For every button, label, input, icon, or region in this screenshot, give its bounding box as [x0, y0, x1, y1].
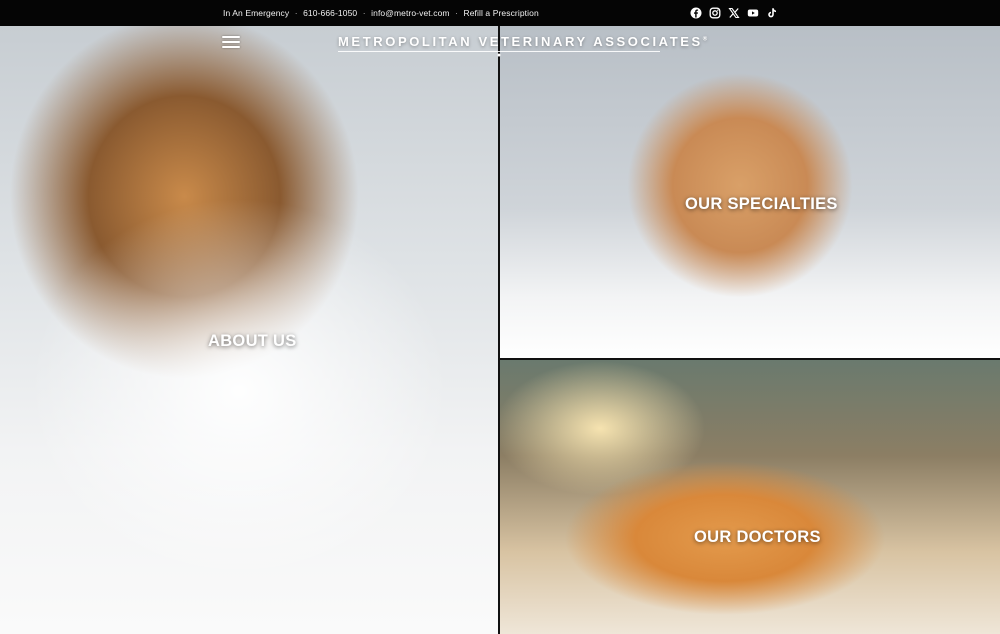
separator: · — [294, 8, 298, 18]
email-link[interactable]: info@metro-vet.com — [371, 8, 449, 18]
brand-text: METROPOLITAN VETERINARY ASSOCIATES — [338, 34, 703, 49]
top-bar: In An Emergency · 610-666-1050 · info@me… — [0, 0, 1000, 26]
separator: · — [455, 8, 458, 18]
phone-link[interactable]: 610-666-1050 — [303, 8, 357, 18]
our-specialties-panel[interactable]: OUR SPECIALTIES — [500, 26, 1000, 358]
site-logo[interactable]: METROPOLITAN VETERINARY ASSOCIATES® ● — [338, 34, 707, 60]
brand-name: METROPOLITAN VETERINARY ASSOCIATES® — [338, 34, 707, 49]
our-doctors-panel[interactable]: OUR DOCTORS — [500, 360, 1000, 634]
refill-prescription-link[interactable]: Refill a Prescription — [463, 8, 538, 18]
social-links — [690, 7, 778, 20]
our-specialties-label[interactable]: OUR SPECIALTIES — [685, 195, 838, 214]
emergency-text: In An Emergency — [223, 8, 290, 18]
logo-underline — [338, 51, 660, 52]
paw-icon: ● — [496, 52, 502, 59]
facebook-icon[interactable] — [690, 7, 702, 19]
hamburger-menu-icon[interactable] — [222, 36, 240, 50]
registered-mark: ® — [702, 36, 710, 43]
x-twitter-icon[interactable] — [728, 7, 740, 19]
separator: · — [362, 8, 366, 18]
about-us-label[interactable]: ABOUT US — [208, 332, 297, 351]
contact-info: In An Emergency · 610-666-1050 · info@me… — [223, 0, 539, 26]
about-us-panel[interactable]: ABOUT US — [0, 26, 498, 634]
tiktok-icon[interactable] — [766, 7, 778, 19]
our-doctors-label[interactable]: OUR DOCTORS — [694, 528, 821, 547]
instagram-icon[interactable] — [709, 7, 721, 19]
youtube-icon[interactable] — [747, 7, 759, 19]
